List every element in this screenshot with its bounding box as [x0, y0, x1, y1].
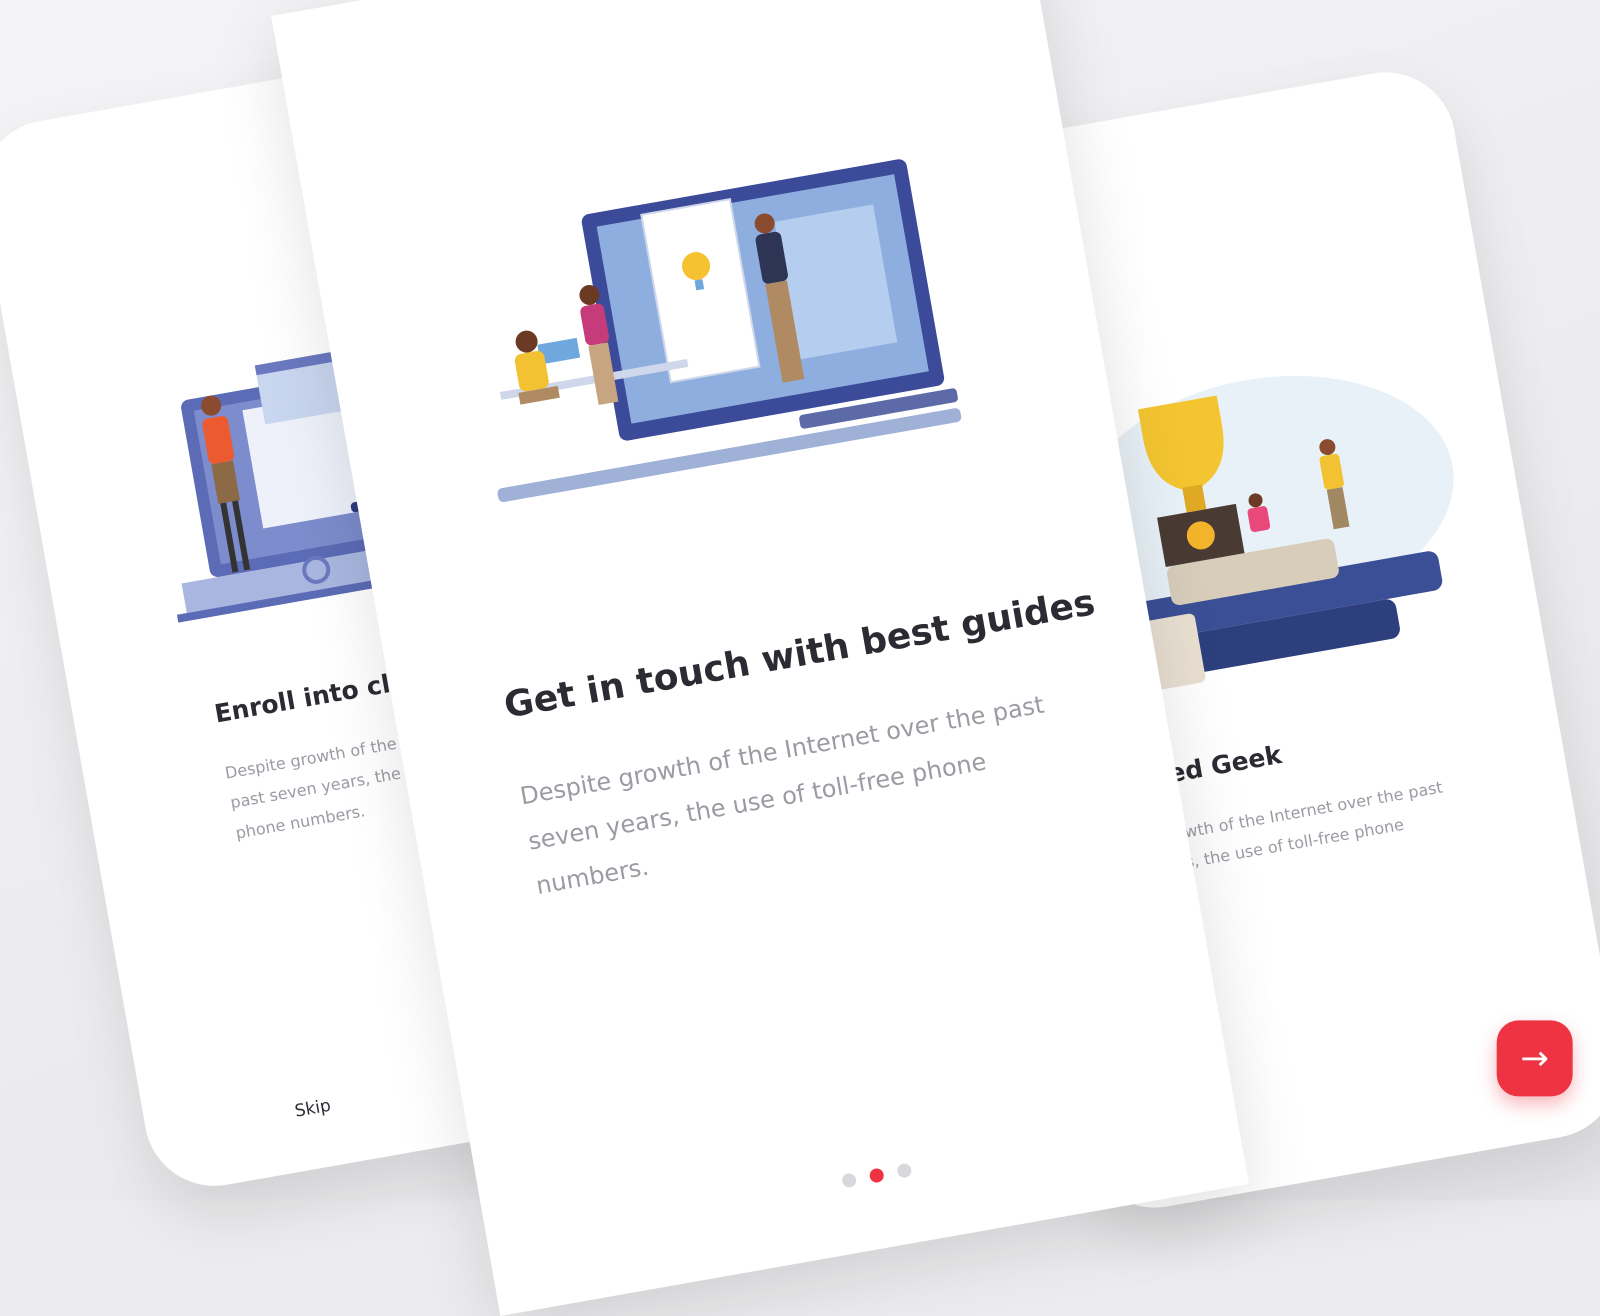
arrow-right-icon: →	[1520, 1038, 1549, 1079]
screen-description: Despite growth of the Internet over the …	[518, 690, 1047, 901]
pagination-dot[interactable]	[841, 1172, 858, 1189]
pagination-dot-active[interactable]	[868, 1167, 885, 1184]
skip-button[interactable]: Skip	[293, 1096, 332, 1122]
next-button[interactable]: →	[1496, 1020, 1573, 1097]
pagination-dot[interactable]	[896, 1162, 913, 1179]
team-presentation-illustration	[429, 131, 998, 546]
pagination-dots[interactable]	[841, 1162, 913, 1189]
